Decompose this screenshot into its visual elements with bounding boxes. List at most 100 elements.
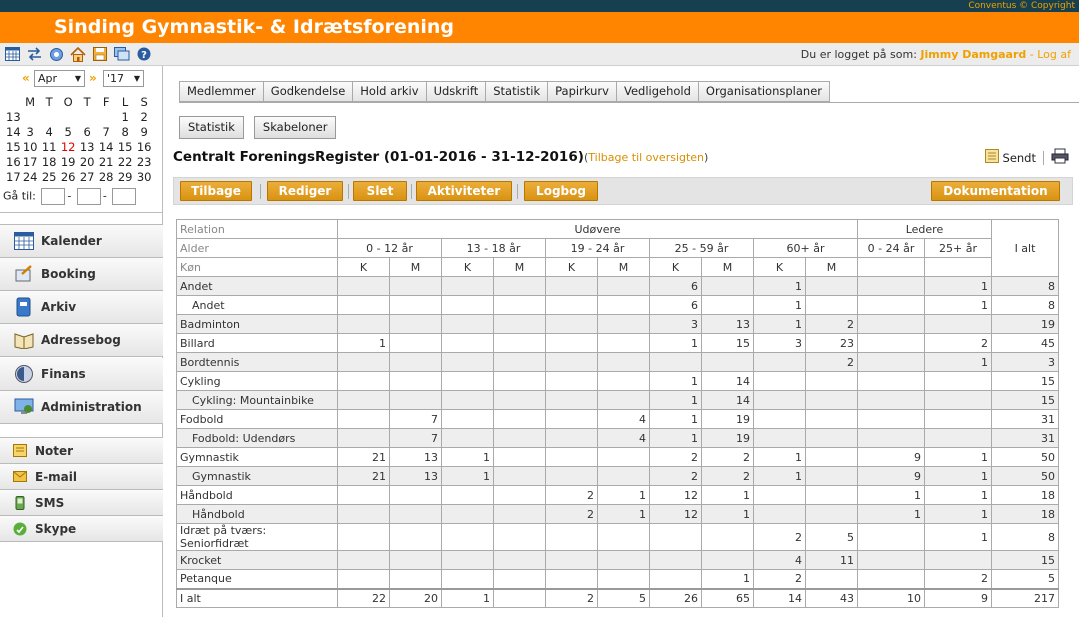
calendar-day[interactable]: 5	[59, 124, 78, 139]
back-button[interactable]: Tilbage	[180, 181, 252, 201]
week-number[interactable]: 13	[6, 109, 21, 124]
calendar-day[interactable]: 4	[40, 124, 59, 139]
calendar-day[interactable]: 22	[116, 154, 135, 169]
calendar-day[interactable]: 3	[21, 124, 40, 139]
goto-year-input[interactable]	[112, 188, 137, 205]
table-cell	[753, 428, 806, 448]
table-cell: 8	[991, 276, 1059, 296]
weekday-label: L	[121, 94, 129, 109]
calendar-day[interactable]: 29	[116, 169, 135, 184]
calendar-day[interactable]: 13	[78, 139, 97, 154]
logbook-button[interactable]: Logbog	[524, 181, 598, 201]
subtab-statistik[interactable]: Statistik	[179, 116, 244, 139]
calendar-day[interactable]: 23	[135, 154, 154, 169]
calendar-grid-icon[interactable]	[4, 46, 20, 62]
tab-hold-arkiv[interactable]: Hold arkiv	[352, 81, 426, 102]
tab-udskrift[interactable]: Udskrift	[425, 81, 486, 102]
sent-label[interactable]: Sendt	[1003, 151, 1036, 165]
calendar-day-today[interactable]: 12	[59, 139, 78, 154]
calendar-day[interactable]: 28	[97, 169, 116, 184]
calendar-day[interactable]: 18	[40, 154, 59, 169]
save-disk-icon[interactable]	[92, 46, 108, 62]
help-icon[interactable]: ?	[136, 46, 152, 62]
table-cell: 15	[991, 371, 1059, 391]
back-to-overview-link[interactable]: Tilbage til oversigten	[588, 151, 704, 164]
activities-button[interactable]: Aktiviteter	[416, 181, 512, 201]
calendar-day[interactable]: 17	[21, 154, 40, 169]
calendar-day[interactable]: 11	[40, 139, 59, 154]
table-cell: 3	[649, 314, 702, 334]
menu-item-skype[interactable]: Skype	[0, 516, 163, 542]
calendar-day[interactable]	[97, 109, 116, 124]
calendar-day[interactable]: 16	[135, 139, 154, 154]
calendar-day[interactable]: 26	[59, 169, 78, 184]
menu-item-finans[interactable]: Finans	[0, 358, 163, 391]
week-number[interactable]: 15	[6, 139, 21, 154]
week-number[interactable]: 16	[6, 154, 21, 169]
logout-link[interactable]: Log af	[1037, 48, 1071, 61]
table-cell	[597, 333, 650, 353]
table-row: Håndbold 2 1 12 1 1 1 18	[176, 485, 1059, 505]
swap-arrows-icon[interactable]	[26, 46, 42, 62]
print-icon[interactable]	[1051, 148, 1069, 167]
calendar-day[interactable]: 7	[97, 124, 116, 139]
tab-godkendelse[interactable]: Godkendelse	[262, 81, 353, 102]
prev-month-button[interactable]: «	[22, 71, 30, 85]
menu-item-administration[interactable]: Administration	[0, 391, 163, 424]
calendar-day[interactable]: 25	[40, 169, 59, 184]
calendar-day[interactable]: 9	[135, 124, 154, 139]
calendar-day[interactable]: 20	[78, 154, 97, 169]
delete-button[interactable]: Slet	[353, 181, 407, 201]
subtab-skabeloner[interactable]: Skabeloner	[253, 116, 337, 139]
menu-item-kalender[interactable]: Kalender	[0, 225, 163, 258]
tab-statistik[interactable]: Statistik	[485, 81, 548, 102]
home-icon[interactable]	[70, 46, 86, 62]
table-cell: 1	[597, 504, 650, 524]
logged-in-user[interactable]: Jimmy Damgaard	[920, 48, 1026, 61]
calendar-day[interactable]: 30	[135, 169, 154, 184]
menu-item-booking[interactable]: Booking	[0, 258, 163, 291]
calendar-day[interactable]: 21	[97, 154, 116, 169]
calendar-day[interactable]: 1	[116, 109, 135, 124]
table-cell: 19	[991, 314, 1059, 334]
sent-list-icon[interactable]	[984, 149, 999, 166]
calendar-day[interactable]: 27	[78, 169, 97, 184]
goto-month-input[interactable]	[76, 188, 101, 205]
menu-item-adressebog[interactable]: Adressebog	[0, 324, 163, 357]
calendar-day[interactable]	[78, 109, 97, 124]
menu-item-arkiv[interactable]: Arkiv	[0, 291, 163, 324]
gender-header: M	[701, 257, 754, 277]
calendar-day[interactable]	[40, 109, 59, 124]
calendar-day[interactable]: 15	[116, 139, 135, 154]
next-month-button[interactable]: »	[89, 71, 97, 85]
calendar-day[interactable]	[21, 109, 40, 124]
calendar-day[interactable]: 6	[78, 124, 97, 139]
calendar-day[interactable]: 10	[21, 139, 40, 154]
calendar-day[interactable]	[59, 109, 78, 124]
table-cell	[337, 428, 390, 448]
menu-item-sms[interactable]: SMS	[0, 490, 163, 516]
goto-day-input[interactable]	[41, 188, 66, 205]
tab-medlemmer[interactable]: Medlemmer	[179, 81, 263, 102]
week-number[interactable]: 14	[6, 124, 21, 139]
edit-button[interactable]: Rediger	[267, 181, 343, 201]
year-select[interactable]: '17 ▼	[103, 70, 144, 87]
tab-organisationsplaner[interactable]: Organisationsplaner	[697, 81, 831, 102]
month-select[interactable]: Apr ▼	[34, 70, 85, 87]
tab-vedligehold[interactable]: Vedligehold	[615, 81, 698, 102]
documentation-button[interactable]: Dokumentation	[931, 181, 1060, 201]
table-cell	[337, 409, 390, 429]
table-cell: 4	[597, 428, 650, 448]
calendar-day[interactable]: 19	[59, 154, 78, 169]
tab-papirkurv[interactable]: Papirkurv	[547, 81, 616, 102]
week-number[interactable]: 17	[6, 169, 21, 184]
calendar-day[interactable]: 8	[116, 124, 135, 139]
menu-item-noter[interactable]: Noter	[0, 438, 163, 464]
calendar-day[interactable]: 2	[135, 109, 154, 124]
monitor-icon[interactable]	[114, 46, 130, 62]
calendar-day[interactable]: 24	[21, 169, 40, 184]
calendar-day[interactable]: 14	[97, 139, 116, 154]
menu-item-email[interactable]: E-mail	[0, 464, 163, 490]
settings-gear-icon[interactable]	[48, 46, 64, 62]
table-row: Andet 6 1 1 8	[176, 295, 1059, 315]
